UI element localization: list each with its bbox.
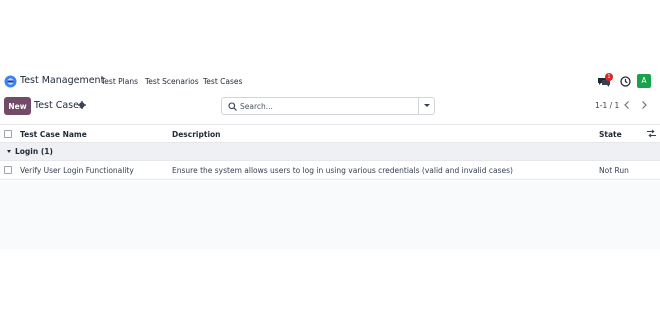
group-label: Login (1) bbox=[15, 147, 53, 156]
empty-list-area bbox=[0, 181, 660, 249]
app-title[interactable]: Test Management bbox=[20, 75, 104, 86]
search-icon bbox=[228, 102, 237, 111]
chevron-right-icon[interactable] bbox=[637, 98, 651, 112]
table-header: Test Case Name Description State bbox=[0, 124, 660, 143]
breadcrumb-title: Test Cases bbox=[34, 100, 84, 111]
search-input[interactable] bbox=[240, 99, 416, 113]
column-settings-icon[interactable] bbox=[647, 129, 656, 138]
row-checkbox[interactable] bbox=[4, 166, 12, 174]
column-header-state[interactable]: State bbox=[599, 130, 622, 139]
cell-description: Ensure the system allows users to log in… bbox=[172, 166, 513, 175]
pager-value[interactable]: 1-1 / 1 bbox=[595, 101, 619, 110]
nav-test-plans[interactable]: Test Plans bbox=[101, 77, 138, 86]
gear-icon[interactable] bbox=[78, 101, 86, 109]
nav-test-scenarios[interactable]: Test Scenarios bbox=[145, 77, 199, 86]
activity-clock-icon[interactable] bbox=[620, 76, 631, 87]
nav-test-cases[interactable]: Test Cases bbox=[203, 77, 242, 86]
app-logo-icon[interactable] bbox=[4, 75, 17, 88]
caret-down-icon bbox=[424, 104, 430, 107]
table-row[interactable]: Verify User Login Functionality Ensure t… bbox=[0, 161, 660, 180]
new-button[interactable]: New bbox=[4, 97, 31, 115]
select-all-checkbox[interactable] bbox=[4, 130, 12, 138]
notification-badge: 1 bbox=[605, 73, 613, 81]
user-avatar[interactable]: A bbox=[637, 74, 651, 88]
cell-state: Not Run bbox=[599, 166, 629, 175]
group-row-login[interactable]: Login (1) bbox=[0, 143, 660, 161]
column-header-description[interactable]: Description bbox=[172, 130, 221, 139]
group-caret-down-icon bbox=[7, 150, 11, 153]
chevron-left-icon[interactable] bbox=[620, 98, 634, 112]
search-bar[interactable] bbox=[221, 97, 435, 115]
search-options-toggle[interactable] bbox=[418, 98, 434, 114]
control-panel: New Test Cases 1-1 / 1 bbox=[0, 97, 660, 117]
cell-test-case-name: Verify User Login Functionality bbox=[20, 166, 134, 175]
top-navbar: Test Management Test Plans Test Scenario… bbox=[0, 72, 660, 92]
column-header-name[interactable]: Test Case Name bbox=[20, 130, 87, 139]
